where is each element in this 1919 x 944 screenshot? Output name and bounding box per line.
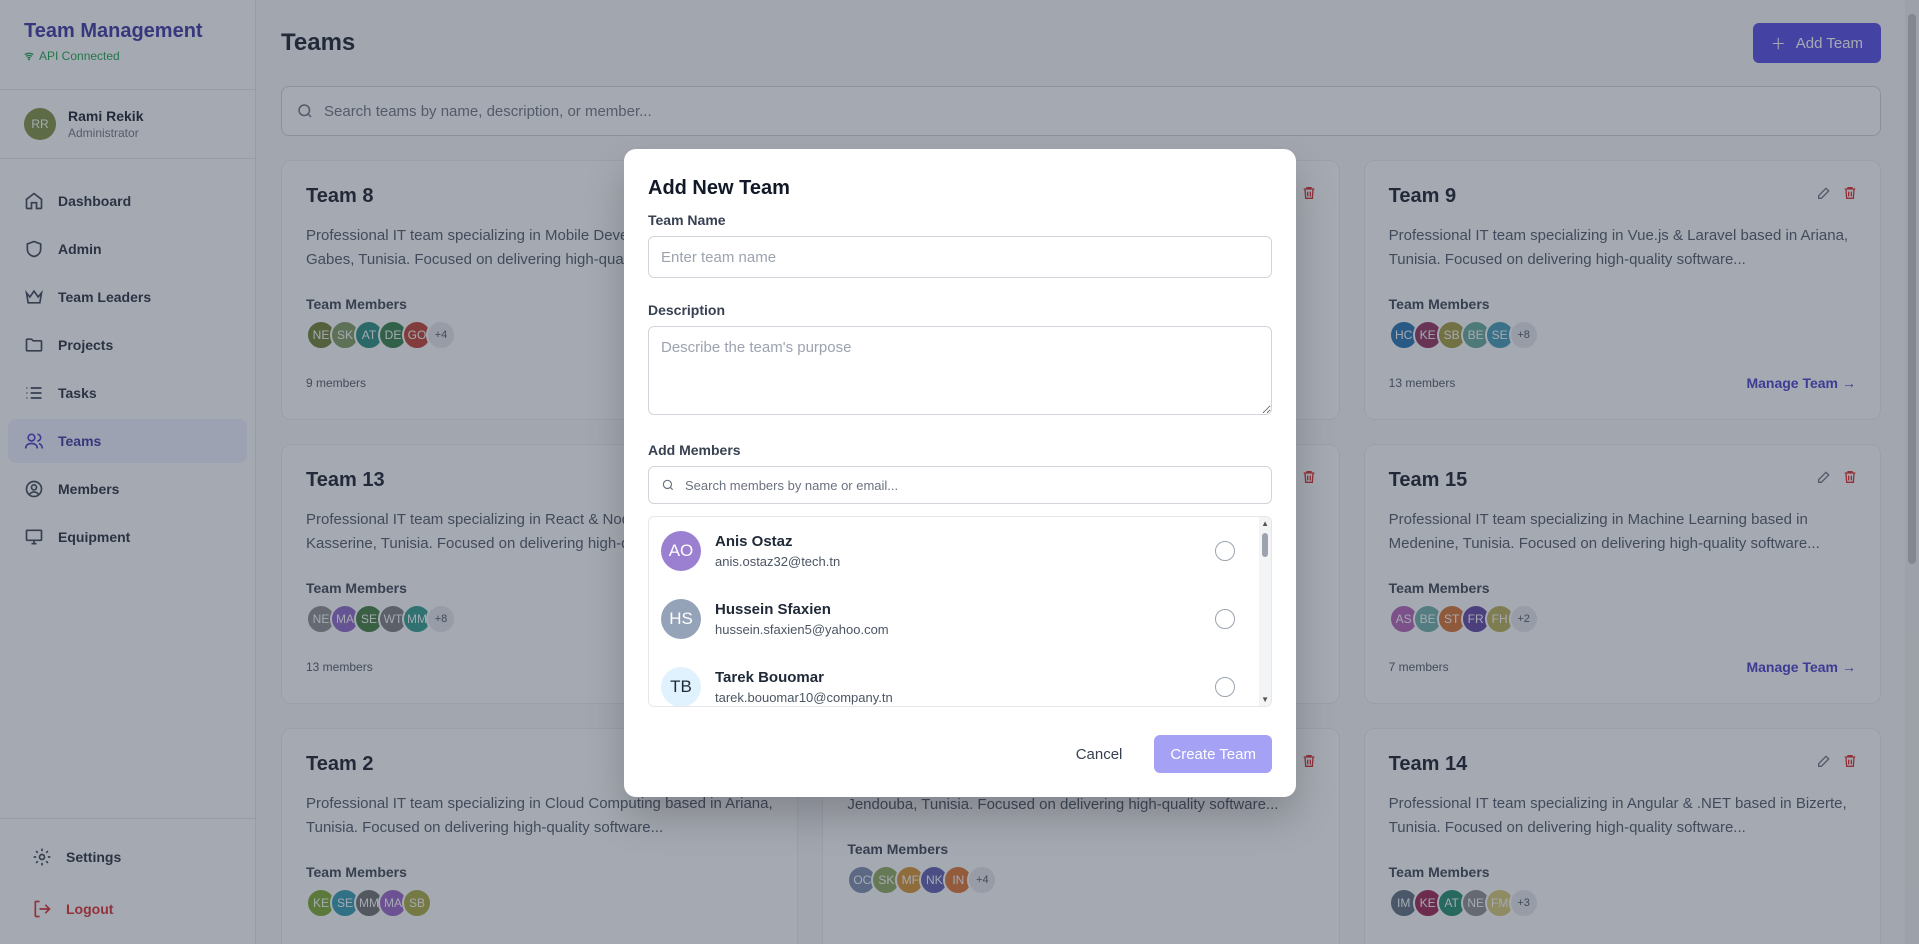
member-row[interactable]: AO Anis Ostaz anis.ostaz32@tech.tn — [649, 517, 1271, 585]
avatar: TB — [661, 667, 701, 706]
member-select-radio[interactable] — [1215, 677, 1235, 697]
member-search-bar — [648, 466, 1272, 504]
scroll-up-arrow-icon[interactable]: ▲ — [1261, 519, 1269, 528]
member-list-scroll-thumb[interactable] — [1262, 533, 1268, 557]
member-info: Hussein Sfaxien hussein.sfaxien5@yahoo.c… — [715, 601, 1201, 637]
modal-footer: Cancel Create Team — [1059, 735, 1272, 773]
description-textarea[interactable] — [648, 326, 1272, 415]
member-email: tarek.bouomar10@company.tn — [715, 690, 893, 705]
member-row[interactable]: TB Tarek Bouomar tarek.bouomar10@company… — [649, 653, 1271, 706]
member-select-radio[interactable] — [1215, 609, 1235, 629]
member-email: hussein.sfaxien5@yahoo.com — [715, 622, 889, 637]
create-team-button[interactable]: Create Team — [1154, 735, 1272, 773]
member-email: anis.ostaz32@tech.tn — [715, 554, 841, 569]
member-info: Anis Ostaz anis.ostaz32@tech.tn — [715, 533, 1201, 569]
add-team-modal: Add New Team Team Name Description Add M… — [624, 149, 1296, 797]
member-list: AO Anis Ostaz anis.ostaz32@tech.tn HS Hu… — [648, 516, 1272, 707]
member-select-radio[interactable] — [1215, 541, 1235, 561]
description-label: Description — [648, 302, 726, 318]
member-list-scrollbar[interactable]: ▲ ▼ — [1259, 517, 1271, 706]
member-search-input[interactable] — [685, 477, 1259, 493]
avatar: AO — [661, 531, 701, 571]
add-members-label: Add Members — [648, 442, 741, 458]
team-name-label: Team Name — [648, 212, 726, 228]
scroll-down-arrow-icon[interactable]: ▼ — [1261, 695, 1269, 704]
member-row[interactable]: HS Hussein Sfaxien hussein.sfaxien5@yaho… — [649, 585, 1271, 653]
avatar: HS — [661, 599, 701, 639]
modal-title: Add New Team — [648, 177, 790, 199]
member-name: Tarek Bouomar — [715, 669, 824, 686]
member-name: Anis Ostaz — [715, 533, 793, 550]
team-name-input[interactable] — [648, 236, 1272, 278]
cancel-button[interactable]: Cancel — [1059, 735, 1139, 773]
member-info: Tarek Bouomar tarek.bouomar10@company.tn — [715, 669, 1201, 705]
member-name: Hussein Sfaxien — [715, 601, 831, 618]
search-icon — [662, 479, 674, 491]
